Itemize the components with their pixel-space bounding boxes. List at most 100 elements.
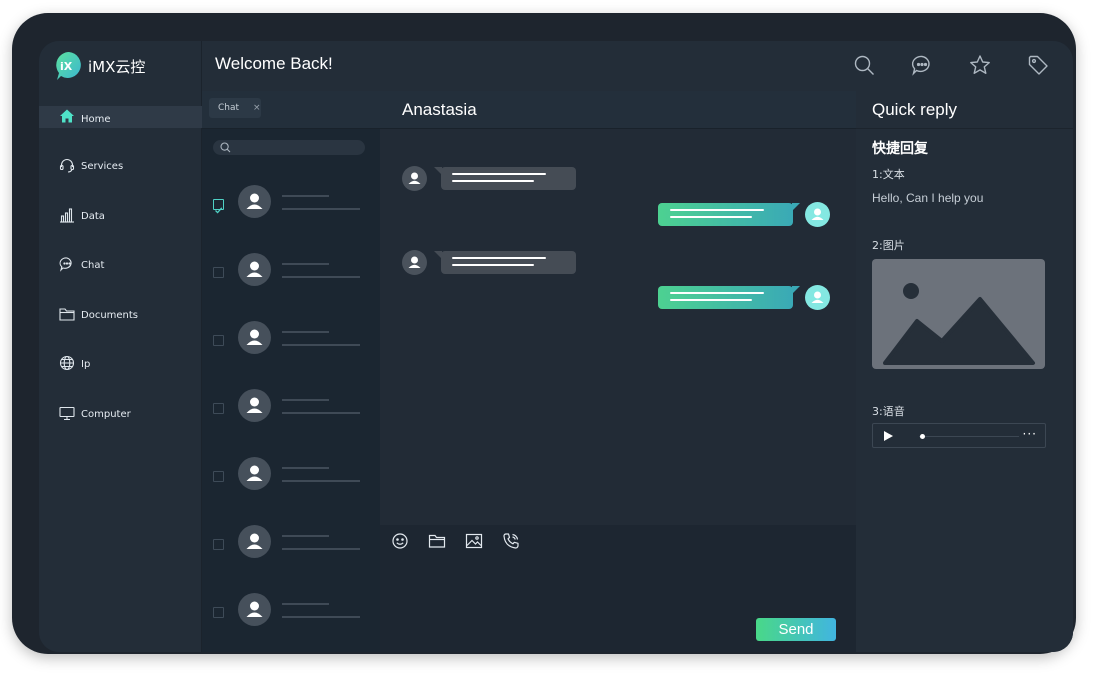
header-actions bbox=[853, 54, 1049, 76]
message-line bbox=[452, 173, 546, 175]
sidebar: iX iMX云控 Home Services Data Chat Documen… bbox=[39, 41, 202, 652]
quick-reply-title: Quick reply bbox=[872, 100, 958, 119]
contact-row[interactable] bbox=[202, 167, 380, 235]
contact-name: Anastasia bbox=[402, 100, 477, 119]
contact-preview-placeholder bbox=[282, 208, 360, 210]
audio-player: ··· bbox=[872, 423, 1046, 448]
search-icon[interactable] bbox=[853, 54, 875, 76]
quick-reply-panel: Quick reply 快捷回复 1:文本 Hello, Can I help … bbox=[856, 91, 1073, 652]
sidebar-item-label: Data bbox=[81, 210, 105, 222]
star-icon[interactable] bbox=[969, 54, 991, 76]
incoming-message bbox=[434, 251, 576, 274]
outgoing-message bbox=[658, 286, 800, 309]
more-options-icon[interactable]: ··· bbox=[1023, 427, 1037, 441]
contact-preview-placeholder bbox=[282, 616, 360, 618]
app-logo: iX iMX云控 bbox=[55, 51, 145, 81]
send-button[interactable]: Send bbox=[756, 618, 836, 641]
chat-icon[interactable] bbox=[911, 54, 933, 76]
sidebar-item-label: Home bbox=[81, 113, 111, 125]
message-composer[interactable]: Send bbox=[380, 525, 856, 652]
emoji-icon[interactable] bbox=[391, 532, 409, 550]
sidebar-item-chat[interactable]: Chat bbox=[39, 254, 202, 304]
contact-preview-placeholder bbox=[282, 412, 360, 414]
user-icon bbox=[246, 193, 263, 209]
message-line bbox=[670, 216, 752, 218]
avatar bbox=[805, 202, 830, 227]
contact-name-placeholder bbox=[282, 331, 329, 333]
message-area bbox=[380, 129, 856, 525]
device-frame: iX iMX云控 Home Services Data Chat Documen… bbox=[12, 13, 1076, 654]
tag-icon[interactable] bbox=[1027, 54, 1049, 76]
sidebar-item-services[interactable]: Services bbox=[39, 155, 202, 205]
contact-search-input[interactable] bbox=[213, 140, 365, 155]
phone-icon[interactable] bbox=[502, 532, 520, 550]
contact-row[interactable] bbox=[202, 371, 380, 439]
image-icon[interactable] bbox=[465, 532, 483, 550]
user-icon bbox=[246, 261, 263, 277]
quick-reply-text-item[interactable]: Hello, Can I help you bbox=[872, 191, 983, 205]
message-line bbox=[452, 264, 534, 266]
chat-list-panel: Chat × bbox=[202, 91, 380, 652]
sidebar-item-documents[interactable]: Documents bbox=[39, 304, 202, 354]
quick-reply-image-item[interactable] bbox=[872, 259, 1045, 369]
user-icon bbox=[246, 397, 263, 413]
contact-checkbox[interactable] bbox=[213, 199, 224, 214]
message-line bbox=[670, 209, 764, 211]
search-icon bbox=[220, 142, 231, 153]
contact-preview-placeholder bbox=[282, 344, 360, 346]
chat-bubble-icon bbox=[59, 257, 72, 272]
headset-icon bbox=[59, 159, 75, 173]
avatar bbox=[402, 250, 427, 275]
user-icon bbox=[246, 465, 263, 481]
message-line bbox=[670, 299, 752, 301]
contact-checkbox[interactable] bbox=[213, 471, 224, 482]
monitor-icon bbox=[59, 406, 75, 420]
conversation-panel: Anastasia Send bbox=[380, 91, 856, 652]
contact-row[interactable] bbox=[202, 575, 380, 643]
contact-row[interactable] bbox=[202, 439, 380, 507]
contact-checkbox[interactable] bbox=[213, 607, 224, 618]
app-name: iMX云控 bbox=[88, 57, 146, 76]
contact-checkbox[interactable] bbox=[213, 539, 224, 550]
contact-name-placeholder bbox=[282, 263, 329, 265]
user-icon bbox=[811, 208, 824, 220]
contact-name-placeholder bbox=[282, 467, 329, 469]
quick-reply-header: Quick reply bbox=[856, 91, 1073, 129]
contact-checkbox[interactable] bbox=[213, 267, 224, 278]
top-header: Welcome Back! bbox=[202, 41, 1073, 91]
contact-row[interactable] bbox=[202, 235, 380, 303]
play-icon[interactable] bbox=[884, 431, 893, 441]
sidebar-item-ip[interactable]: Ip bbox=[39, 353, 202, 403]
contact-name-placeholder bbox=[282, 399, 329, 401]
user-icon bbox=[246, 329, 263, 345]
contact-preview-placeholder bbox=[282, 548, 360, 550]
section-label-text: 1:文本 bbox=[872, 168, 905, 181]
avatar bbox=[238, 457, 271, 490]
avatar bbox=[238, 253, 271, 286]
contact-checkbox[interactable] bbox=[213, 335, 224, 346]
composer-toolbar bbox=[391, 532, 520, 550]
sidebar-item-computer[interactable]: Computer bbox=[39, 403, 202, 453]
contact-name-placeholder bbox=[282, 535, 329, 537]
tab-chat[interactable]: Chat × bbox=[209, 98, 261, 118]
sidebar-item-home[interactable]: Home bbox=[39, 106, 202, 128]
audio-progress-track[interactable] bbox=[919, 436, 1019, 437]
contact-row[interactable] bbox=[202, 303, 380, 371]
user-icon bbox=[246, 533, 263, 549]
audio-progress-handle[interactable] bbox=[920, 434, 925, 439]
sidebar-item-data[interactable]: Data bbox=[39, 205, 202, 255]
page-title: Welcome Back! bbox=[215, 54, 333, 73]
section-label-audio: 3:语音 bbox=[872, 405, 905, 418]
contact-checkbox[interactable] bbox=[213, 403, 224, 414]
logo-icon: iX bbox=[56, 52, 81, 80]
conversation-header: Anastasia bbox=[380, 91, 856, 129]
folder-icon[interactable] bbox=[428, 532, 446, 550]
contact-preview-placeholder bbox=[282, 276, 360, 278]
avatar bbox=[238, 593, 271, 626]
avatar bbox=[238, 185, 271, 218]
contact-row[interactable] bbox=[202, 507, 380, 575]
image-placeholder-icon bbox=[883, 283, 1035, 365]
outgoing-message bbox=[658, 203, 800, 226]
tab-close-icon[interactable]: × bbox=[253, 103, 261, 113]
incoming-message bbox=[434, 167, 576, 190]
